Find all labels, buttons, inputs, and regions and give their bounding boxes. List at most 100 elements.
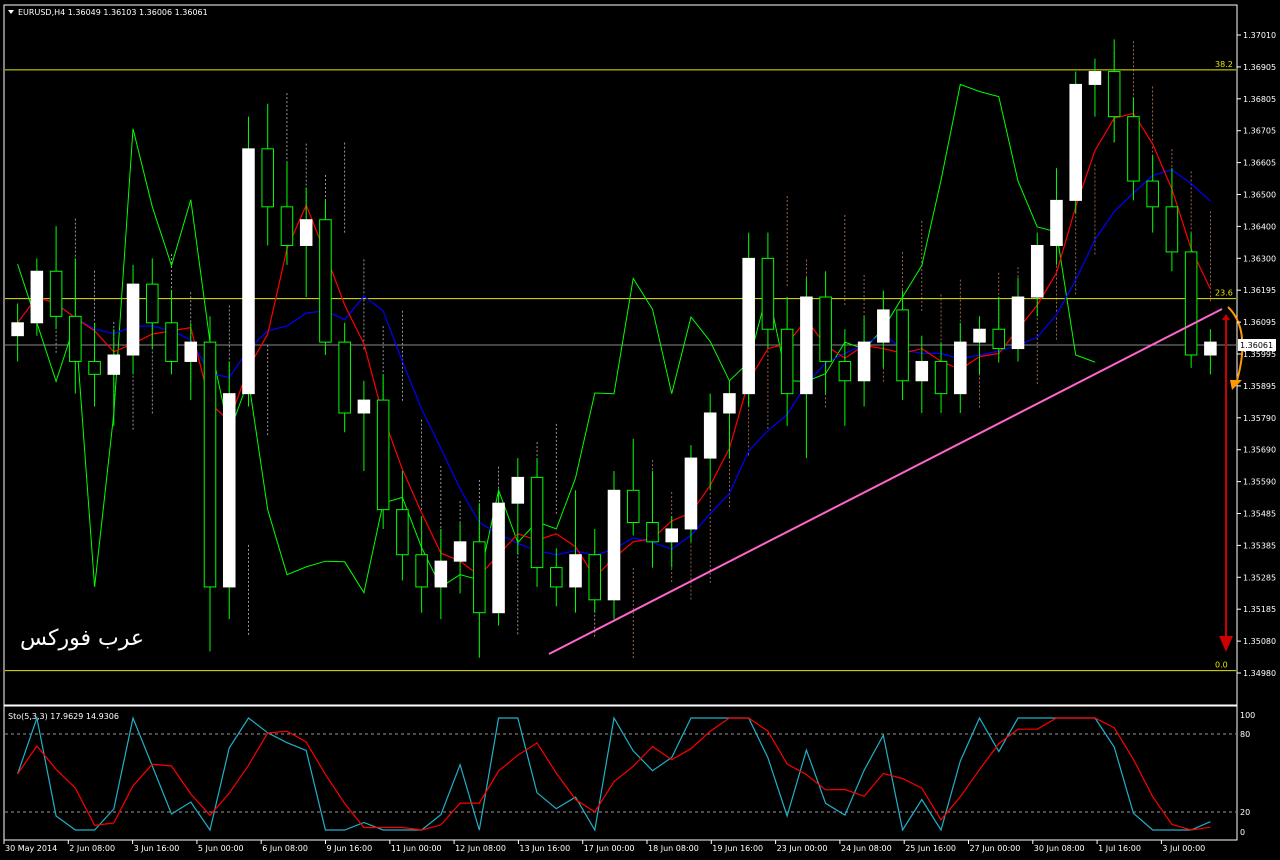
price-axis-label: 1.35590	[1243, 478, 1276, 487]
stochastic-title: Sto(5,3,3) 17.9629 14.9306	[8, 712, 119, 721]
bull-candle	[723, 393, 736, 414]
time-axis-label: 1 Jul 16:00	[1098, 844, 1141, 853]
bull-candle	[30, 270, 44, 324]
time-axis-label: 12 Jun 08:00	[455, 844, 506, 853]
price-axis-label: 1.36805	[1243, 95, 1276, 104]
bull-candle	[569, 554, 582, 588]
bull-candle	[973, 328, 986, 343]
time-axis-label: 25 Jun 16:00	[905, 844, 956, 853]
bear-candle	[165, 322, 178, 362]
time-axis-label: 6 Jun 08:00	[262, 844, 308, 853]
bull-candle	[1069, 83, 1082, 201]
price-axis-label: 1.35790	[1243, 414, 1276, 423]
bull-candle	[511, 476, 525, 504]
bear-candle	[203, 341, 217, 588]
up-arrow-head-icon	[1222, 314, 1230, 320]
bull-candle	[107, 354, 121, 375]
candlestick-series	[11, 39, 1217, 658]
symbol-header: EURUSD,H4 1.36049 1.36103 1.36006 1.3606…	[18, 8, 208, 17]
chart-canvas[interactable]: EURUSD,H4 1.36049 1.36103 1.36006 1.3606…	[0, 0, 1280, 856]
stochastic-axis-0: 0	[1240, 828, 1245, 837]
bull-candle	[222, 393, 236, 588]
fibonacci-level-label: 23.6	[1215, 289, 1233, 298]
time-axis[interactable]: 30 May 2014 2 Jun 08:00 3 Jun 16:00 5 Jun 0…	[3, 840, 1205, 853]
stochastic-signal-line	[17, 717, 1211, 831]
down-arrow-head-icon	[1219, 636, 1233, 652]
price-axis-label: 1.36400	[1243, 222, 1276, 231]
price-axis-label: 1.36905	[1243, 63, 1276, 72]
curved-arrow-head-icon	[1230, 380, 1242, 390]
bull-candle	[800, 296, 813, 395]
price-axis-label: 1.36195	[1243, 286, 1276, 295]
chikou-span-line	[17, 83, 1096, 595]
time-axis-label: 18 Jun 08:00	[648, 844, 699, 853]
bear-candle	[338, 341, 351, 414]
bull-candle	[1088, 71, 1102, 85]
bull-candle	[703, 412, 717, 459]
bull-candle	[434, 560, 448, 588]
bear-candle	[280, 206, 294, 246]
bear-candle	[1107, 71, 1121, 118]
time-axis-label: 17 Jun 00:00	[584, 844, 635, 853]
time-axis-label: 2 Jun 08:00	[69, 844, 115, 853]
bull-candle	[1050, 199, 1063, 246]
time-axis-label: 3 Jun 16:00	[134, 844, 180, 853]
watermark: عرب فوركس	[20, 626, 144, 651]
bear-candle	[1146, 180, 1159, 208]
bull-candle	[607, 489, 621, 601]
fibonacci-level-label: 38.2	[1215, 60, 1233, 69]
bear-candle	[761, 257, 775, 330]
bear-candle	[319, 219, 332, 343]
stochastic-axis-80: 80	[1240, 730, 1250, 739]
bull-candle	[357, 399, 371, 414]
bull-candle	[299, 219, 313, 246]
bear-candle	[376, 399, 390, 511]
collapse-arrow-icon[interactable]	[8, 10, 14, 14]
bear-candle	[646, 522, 659, 543]
bull-candle	[877, 309, 890, 343]
bear-candle	[838, 360, 852, 382]
bear-candle	[934, 360, 948, 395]
bear-candle	[396, 509, 409, 556]
price-axis-label: 1.35080	[1243, 637, 1276, 646]
chart-window[interactable]: EURUSD,H4 1.36049 1.36103 1.36006 1.3606…	[0, 0, 1280, 856]
stochastic-main-line	[17, 715, 1211, 832]
time-axis-label: 27 Jun 00:00	[970, 844, 1021, 853]
price-axis-label: 1.37010	[1243, 31, 1276, 40]
time-axis-label: 3 Jul 00:00	[1162, 844, 1205, 853]
time-axis-label: 30 May 2014	[5, 844, 57, 853]
stochastic-frame	[3, 705, 1238, 841]
bull-candle	[184, 341, 198, 362]
bear-candle	[415, 554, 428, 588]
price-axis[interactable]: 1.37010 1.36905 1.36805 1.36705 1.36605 1.365…	[1237, 31, 1276, 678]
price-axis-label: 1.36300	[1243, 254, 1276, 263]
fibonacci-levels[interactable]: 38.2 23.6 0.0	[5, 60, 1236, 672]
bull-candle	[1030, 244, 1044, 298]
price-axis-label: 1.35895	[1243, 382, 1276, 391]
stochastic-axis-100: 100	[1240, 711, 1255, 720]
bear-candle	[530, 476, 544, 569]
bull-candle	[11, 322, 24, 337]
bear-candle	[1127, 116, 1140, 182]
bull-candle	[492, 502, 505, 614]
price-axis-label: 1.36705	[1243, 127, 1276, 136]
bear-candle	[49, 270, 63, 317]
bear-candle	[819, 296, 832, 362]
time-axis-label: 23 Jun 00:00	[777, 844, 828, 853]
bear-candle	[550, 567, 563, 588]
stochastic-axis-20: 20	[1240, 808, 1250, 817]
time-axis-label: 30 Jun 08:00	[1034, 844, 1085, 853]
time-axis-label: 13 Jun 16:00	[519, 844, 570, 853]
bull-candle	[915, 360, 929, 382]
time-axis-label: 11 Jun 00:00	[391, 844, 442, 853]
bull-candle	[684, 457, 698, 530]
bear-candle	[992, 328, 1006, 350]
current-price-label: 1.36061	[1240, 341, 1273, 350]
price-axis-label: 1.34980	[1243, 669, 1276, 678]
price-axis-label: 1.36095	[1243, 318, 1276, 327]
trendline[interactable]	[548, 308, 1223, 655]
time-axis-label: 9 Jun 16:00	[327, 844, 373, 853]
bear-candle	[69, 315, 82, 362]
bull-candle	[954, 341, 967, 395]
bull-candle	[742, 257, 755, 395]
